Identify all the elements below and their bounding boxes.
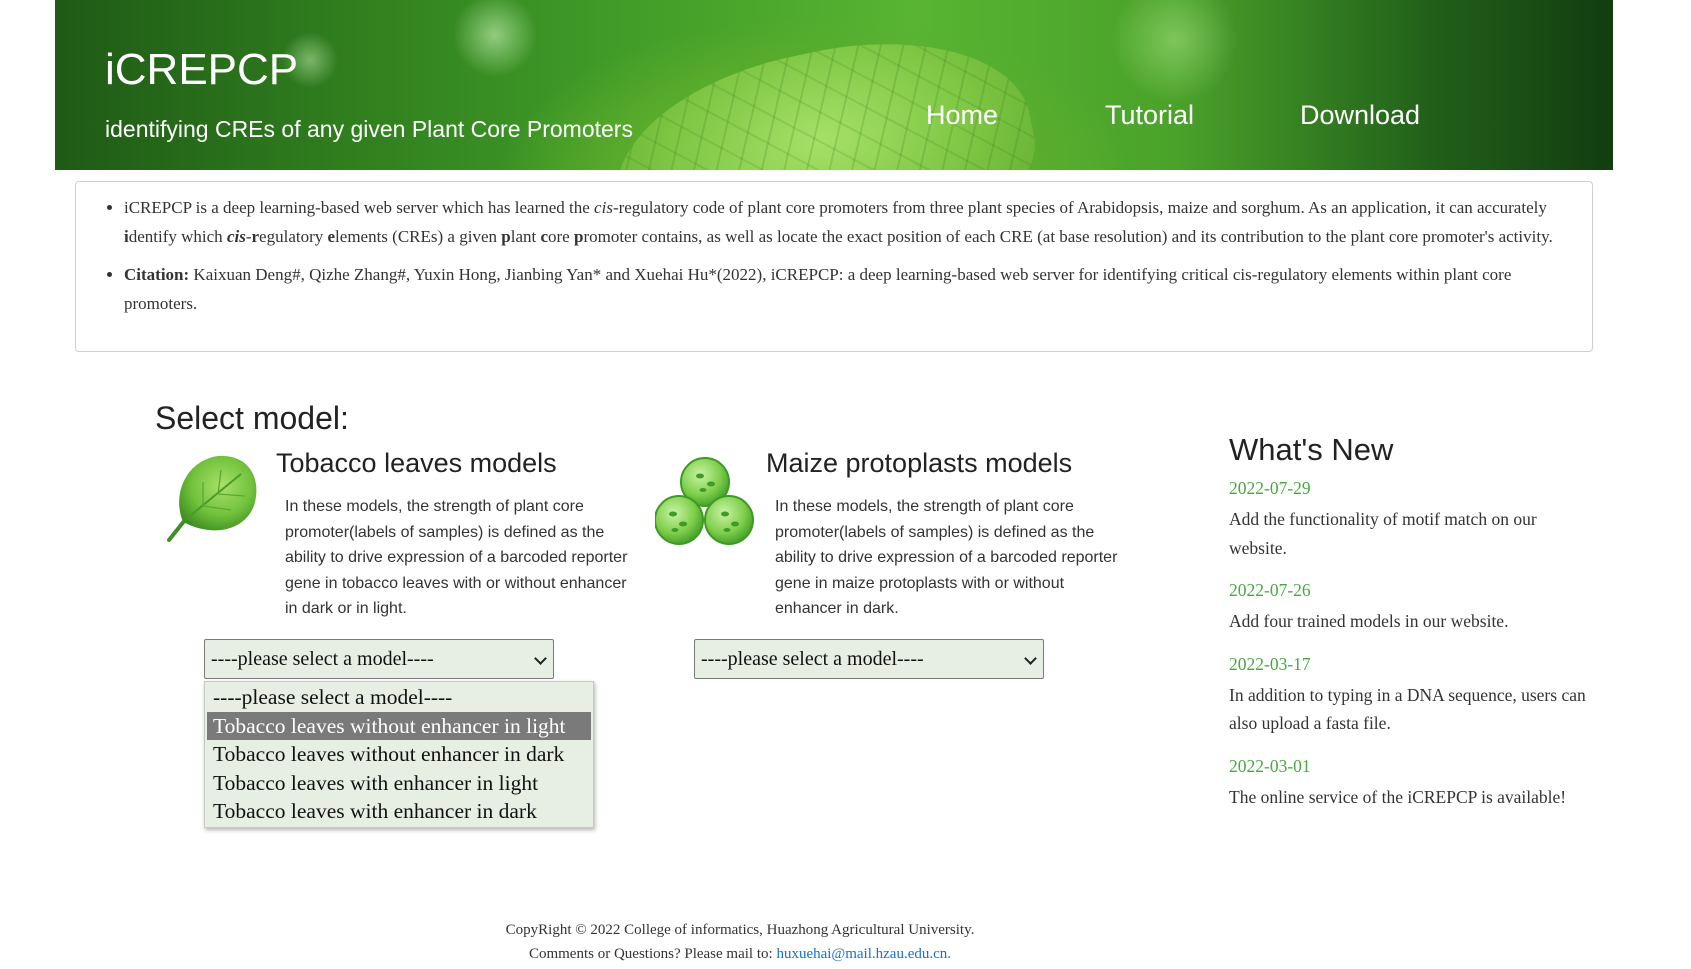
nav-download[interactable]: Download	[1300, 100, 1420, 131]
news-date: 2022-03-01	[1229, 755, 1311, 776]
citation-label: Citation:	[124, 265, 190, 284]
dropdown-option-placeholder[interactable]: ----please select a model----	[207, 683, 591, 712]
maize-model-select[interactable]: ----please select a model----	[694, 639, 1044, 679]
dropdown-option-with-enhancer-light[interactable]: Tobacco leaves with enhancer in light	[207, 769, 591, 798]
tobacco-models-description: In these models, the strength of plant c…	[285, 498, 628, 617]
intro-list: iCREPCP is a deep learning-based web ser…	[76, 182, 1592, 318]
select-model-heading: Select model:	[155, 400, 349, 436]
site-subtitle: identifying CREs of any given Plant Core…	[105, 116, 633, 142]
chevron-down-icon	[534, 652, 547, 665]
chevron-down-icon	[1024, 652, 1037, 665]
intro-summary: iCREPCP is a deep learning-based web ser…	[124, 194, 1572, 251]
news-item: 2022-03-01 The online service of the iCR…	[1229, 756, 1589, 812]
news-text: Add the functionality of motif match on …	[1229, 509, 1537, 558]
dropdown-option-without-enhancer-light[interactable]: Tobacco leaves without enhancer in light	[207, 711, 591, 740]
news-date: 2022-03-17	[1229, 653, 1311, 674]
maize-models-description: In these models, the strength of plant c…	[775, 498, 1118, 617]
site-title: iCREPCP	[105, 45, 299, 94]
dropdown-option-with-enhancer-dark[interactable]: Tobacco leaves with enhancer in dark	[207, 797, 591, 826]
footer-copyright: CopyRight © 2022 College of informatics,…	[505, 922, 975, 938]
tobacco-leaf-icon	[167, 455, 257, 542]
whats-new-title: What's New	[1229, 432, 1394, 467]
maize-models-title: Maize protoplasts models	[766, 448, 1073, 478]
tobacco-model-select[interactable]: ----please select a model----	[204, 639, 554, 679]
maize-protoplast-icon	[655, 457, 754, 545]
header-banner: iCREPCP identifying CREs of any given Pl…	[55, 0, 1613, 170]
footer: CopyRight © 2022 College of informatics,…	[0, 918, 1480, 966]
nav-tutorial[interactable]: Tutorial	[1105, 100, 1194, 131]
news-item: 2022-07-29 Add the functionality of moti…	[1229, 478, 1589, 562]
leaf-background-image	[596, 10, 1054, 170]
news-text: In addition to typing in a DNA sequence,…	[1229, 684, 1586, 734]
news-item: 2022-07-26 Add four trained models in ou…	[1229, 580, 1589, 636]
contact-email-link[interactable]: huxuehai@mail.hzau.edu.cn.	[776, 946, 951, 962]
intro-panel: iCREPCP is a deep learning-based web ser…	[75, 181, 1593, 352]
nav-home[interactable]: Home	[926, 100, 998, 131]
tobacco-models-title: Tobacco leaves models	[276, 448, 557, 478]
news-item: 2022-03-17 In addition to typing in a DN…	[1229, 654, 1589, 738]
news-date: 2022-07-29	[1229, 478, 1311, 498]
citation-text: Kaixuan Deng#, Qizhe Zhang#, Yuxin Hong,…	[124, 265, 1512, 313]
dropdown-option-without-enhancer-dark[interactable]: Tobacco leaves without enhancer in dark	[207, 740, 591, 769]
whats-new-panel: What's New 2022-07-29 Add the functional…	[1229, 432, 1589, 829]
footer-contact: Comments or Questions? Please mail to: h…	[528, 946, 952, 962]
intro-citation: Citation: Kaixuan Deng#, Qizhe Zhang#, Y…	[124, 261, 1572, 318]
news-text: The online service of the iCREPCP is ava…	[1229, 786, 1567, 807]
news-text: Add four trained models in our website.	[1229, 611, 1509, 631]
tobacco-model-dropdown[interactable]: ----please select a model---- Tobacco le…	[204, 681, 594, 828]
news-date: 2022-07-26	[1229, 580, 1311, 600]
